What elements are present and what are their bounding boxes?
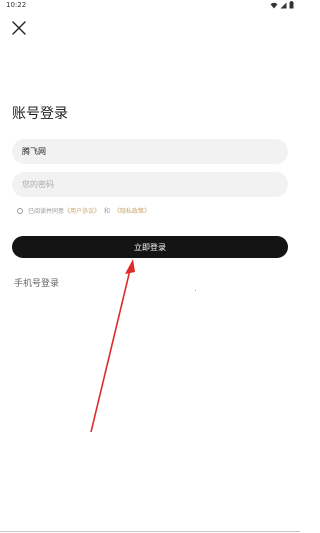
username-value: 腾飞网 — [22, 147, 46, 156]
username-field[interactable]: 腾飞网 — [12, 139, 288, 164]
page-title: 账号登录 — [12, 106, 68, 122]
privacy-policy-link[interactable]: 《隐私政策》 — [114, 206, 150, 215]
agreement-conjunction: 和 — [104, 208, 111, 215]
battery-icon — [289, 1, 294, 9]
status-time: 10:22 — [6, 1, 27, 9]
stray-dot — [195, 290, 196, 291]
login-button-label: 立即登录 — [134, 242, 166, 252]
login-button[interactable]: 立即登录 — [12, 236, 288, 258]
signal-icon — [280, 2, 287, 8]
phone-login-link[interactable]: 手机号登录 — [14, 276, 59, 289]
bottom-divider — [0, 531, 300, 532]
status-icons — [270, 1, 294, 9]
agreement-row: 已阅读并同意 《用户协议》 和 《隐私政策》 — [17, 206, 150, 215]
agreement-prefix: 已阅读并同意 — [28, 208, 65, 215]
password-placeholder: 您的密码 — [22, 180, 54, 189]
user-agreement-link[interactable]: 《用户协议》 — [64, 206, 100, 215]
status-bar: 10:22 — [0, 0, 300, 12]
password-field[interactable]: 您的密码 — [12, 172, 288, 197]
agreement-radio[interactable] — [17, 207, 23, 214]
wifi-icon — [270, 2, 278, 8]
close-icon — [12, 21, 26, 35]
annotation-arrow — [90, 259, 135, 433]
close-button[interactable] — [10, 19, 28, 37]
